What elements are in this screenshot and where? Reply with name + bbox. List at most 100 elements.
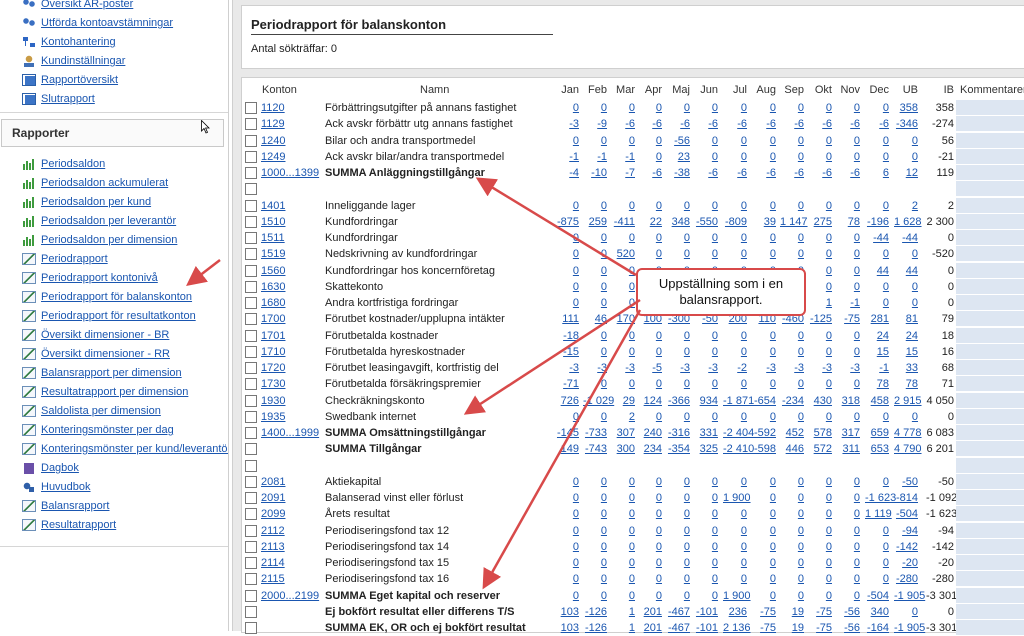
period-value[interactable]: -6 [836, 167, 860, 179]
row-checkbox[interactable] [245, 443, 257, 456]
period-value[interactable]: 0 [752, 541, 776, 553]
period-value[interactable]: 0 [694, 346, 718, 358]
period-value[interactable]: -3 [583, 362, 607, 374]
account-link[interactable]: 1510 [261, 216, 285, 228]
sidebar-link-label[interactable]: Periodrapport kontonivå [41, 272, 158, 284]
sidebar-link[interactable]: Översikt dimensioner - RR [22, 346, 170, 362]
period-value[interactable]: -1 [865, 362, 889, 374]
period-value[interactable]: 0 [583, 248, 607, 260]
period-value[interactable]: 1 [808, 297, 832, 309]
row-checkbox[interactable] [245, 102, 257, 114]
period-value[interactable]: 0 [694, 492, 718, 504]
row-checkbox[interactable] [245, 150, 257, 163]
period-value[interactable]: -598 [752, 443, 776, 455]
period-value[interactable]: -1 [611, 151, 635, 163]
period-value[interactable]: 281 [865, 313, 889, 325]
period-value[interactable]: 4 790 [894, 443, 922, 455]
header-apr[interactable]: Apr [638, 84, 662, 96]
period-value[interactable]: 0 [723, 557, 747, 569]
period-value[interactable]: 0 [865, 525, 889, 537]
period-value[interactable]: 0 [752, 135, 776, 147]
header-dec[interactable]: Dec [865, 84, 889, 96]
period-value[interactable]: 0 [865, 281, 889, 293]
period-value[interactable]: 0 [808, 590, 832, 602]
period-value[interactable]: 0 [638, 557, 662, 569]
period-value[interactable]: 0 [808, 378, 832, 390]
period-value[interactable]: 0 [555, 541, 579, 553]
period-value[interactable]: 0 [808, 200, 832, 212]
period-value[interactable]: 0 [666, 525, 690, 537]
period-value[interactable]: -6 [780, 118, 804, 130]
comment-cell[interactable] [956, 457, 1024, 473]
period-value[interactable]: -6 [666, 118, 690, 130]
period-value[interactable]: 2 [894, 200, 918, 212]
period-value[interactable]: -56 [836, 622, 860, 634]
period-value[interactable]: 0 [894, 606, 918, 618]
period-value[interactable]: 0 [611, 378, 635, 390]
period-value[interactable]: 0 [752, 330, 776, 342]
header-jul[interactable]: Jul [723, 84, 747, 96]
period-value[interactable]: -75 [808, 622, 832, 634]
period-value[interactable]: 0 [583, 573, 607, 585]
period-value[interactable]: -6 [752, 167, 776, 179]
row-checkbox[interactable] [245, 540, 257, 553]
period-value[interactable]: -126 [583, 622, 607, 634]
period-value[interactable]: -592 [752, 427, 776, 439]
period-value[interactable]: 0 [694, 232, 718, 244]
period-value[interactable]: 0 [583, 590, 607, 602]
period-value[interactable]: 2 136 [723, 622, 751, 634]
period-value[interactable]: 0 [808, 330, 832, 342]
period-value[interactable]: 0 [638, 135, 662, 147]
comment-cell[interactable] [956, 522, 1024, 538]
period-value[interactable]: 0 [555, 135, 579, 147]
comment-cell[interactable] [956, 555, 1024, 570]
comment-cell[interactable] [956, 295, 1024, 310]
period-value[interactable]: 0 [555, 590, 579, 602]
period-value[interactable]: -44 [865, 232, 889, 244]
period-value[interactable]: 0 [611, 508, 635, 520]
period-value[interactable]: 0 [666, 248, 690, 260]
period-value[interactable]: -6 [723, 118, 747, 130]
period-value[interactable]: 0 [611, 330, 635, 342]
period-value[interactable]: -550 [694, 216, 718, 228]
period-value[interactable]: 430 [808, 395, 832, 407]
header-nov[interactable]: Nov [836, 84, 860, 96]
header-jun[interactable]: Jun [694, 84, 718, 96]
comment-cell[interactable] [956, 538, 1024, 554]
period-value[interactable]: 0 [666, 346, 690, 358]
row-checkbox[interactable] [245, 199, 257, 212]
period-value[interactable]: 0 [611, 135, 635, 147]
period-value[interactable]: -814 [894, 492, 918, 504]
period-value[interactable]: 0 [611, 573, 635, 585]
row-checkbox[interactable] [245, 134, 257, 147]
period-value[interactable]: 0 [808, 151, 832, 163]
period-value[interactable]: 0 [752, 590, 776, 602]
period-value[interactable]: 0 [666, 541, 690, 553]
period-value[interactable]: 0 [555, 573, 579, 585]
header-ib[interactable]: IB [926, 84, 954, 96]
period-value[interactable]: 0 [611, 492, 635, 504]
period-value[interactable]: 0 [808, 476, 832, 488]
period-value[interactable]: 0 [666, 330, 690, 342]
period-value[interactable]: 0 [836, 378, 860, 390]
period-value[interactable]: 0 [865, 151, 889, 163]
period-value[interactable]: 78 [865, 378, 889, 390]
account-link[interactable]: 1560 [261, 265, 285, 277]
period-value[interactable]: 0 [752, 573, 776, 585]
period-value[interactable]: 0 [808, 265, 832, 277]
period-value[interactable]: -467 [666, 622, 690, 634]
period-value[interactable]: 0 [752, 411, 776, 423]
period-value[interactable]: 0 [583, 476, 607, 488]
comment-cell[interactable] [956, 441, 1024, 457]
period-value[interactable]: 103 [555, 622, 579, 634]
period-value[interactable]: 0 [666, 557, 690, 569]
period-value[interactable]: 0 [666, 476, 690, 488]
sidebar-link-label[interactable]: Kundinställningar [41, 55, 125, 67]
account-link[interactable]: 2112 [261, 525, 285, 537]
period-value[interactable]: 23 [666, 151, 690, 163]
period-value[interactable]: 24 [865, 330, 889, 342]
row-checkbox[interactable] [245, 557, 257, 569]
row-checkbox[interactable] [245, 264, 257, 277]
account-link[interactable]: 1519 [261, 248, 285, 260]
period-value[interactable]: 0 [808, 541, 832, 553]
